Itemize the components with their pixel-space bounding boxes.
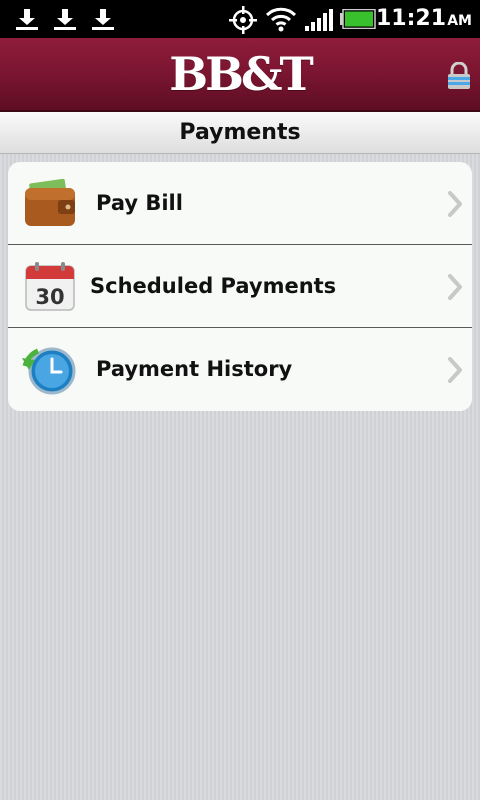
status-ampm: AM xyxy=(447,13,472,29)
chevron-right-icon xyxy=(448,274,462,300)
payments-menu: Pay Bill 30 Scheduled Payments Payment H… xyxy=(8,162,472,411)
wallet-icon xyxy=(25,178,75,226)
status-time: 11:21 xyxy=(375,6,446,31)
menu-item-pay-bill[interactable]: Pay Bill xyxy=(8,162,472,245)
battery-icon xyxy=(340,9,376,29)
clock-history-icon xyxy=(22,347,76,395)
chevron-right-icon xyxy=(448,191,462,217)
chevron-right-icon xyxy=(448,357,462,383)
menu-item-label: Payment History xyxy=(96,357,293,381)
menu-item-payment-history[interactable]: Payment History xyxy=(8,328,472,411)
calendar-day-text: 30 xyxy=(35,285,64,309)
download-icon xyxy=(90,7,116,31)
lock-icon[interactable] xyxy=(446,62,472,90)
menu-item-label: Pay Bill xyxy=(96,191,183,215)
page-title: Payments xyxy=(179,120,301,145)
menu-item-label: Scheduled Payments xyxy=(90,274,337,298)
signal-icon xyxy=(305,9,333,31)
download-icon xyxy=(14,7,40,31)
app-header: BB&T xyxy=(0,38,480,112)
bbt-logo: BB&T xyxy=(169,47,314,101)
calendar-icon: 30 xyxy=(25,262,75,311)
page-title-bar: Payments xyxy=(0,112,480,154)
wifi-icon xyxy=(265,7,297,32)
gps-icon xyxy=(229,6,257,34)
download-icon xyxy=(52,7,78,31)
status-bar: 11:21 AM xyxy=(0,0,480,38)
menu-item-scheduled-payments[interactable]: 30 Scheduled Payments xyxy=(8,245,472,328)
